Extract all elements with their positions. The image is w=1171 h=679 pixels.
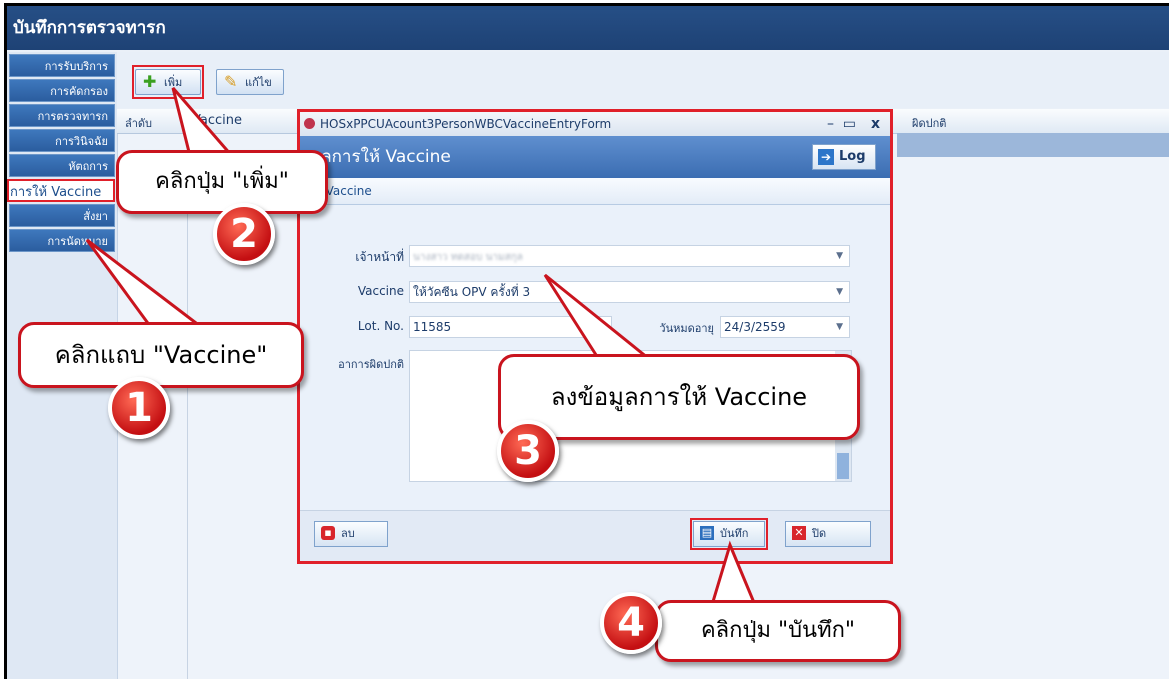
- lot-input[interactable]: 11585: [409, 316, 612, 338]
- vaccine-value: ให้วัคซีน OPV ครั้งที่ 3: [413, 285, 531, 299]
- dialog-titlebar: HOSxPPCUAcount3PersonWBCVaccineEntryForm…: [300, 112, 890, 136]
- chevron-down-icon: ▼: [836, 322, 843, 332]
- x-icon: ✕: [792, 526, 806, 540]
- log-label: Log: [839, 149, 866, 164]
- dialog-header: มูลการให้ Vaccine ➔ Log: [300, 136, 890, 178]
- lot-label: Lot. No.: [357, 319, 404, 333]
- grid-selected-row[interactable]: [897, 133, 1169, 157]
- edit-button-label: แก้ไข: [245, 76, 272, 89]
- close-icon[interactable]: x: [871, 112, 880, 136]
- pencil-icon: ✎: [224, 72, 238, 91]
- log-icon: ➔: [818, 149, 834, 165]
- sidebar-item-diagnosis[interactable]: การวินิจฉัย: [9, 129, 115, 152]
- callout-1: คลิกแถบ "Vaccine": [18, 322, 304, 388]
- chevron-down-icon: ▼: [836, 251, 843, 261]
- expire-date-input[interactable]: 24/3/2559 ▼: [720, 316, 850, 338]
- close-label: ปิด: [812, 527, 827, 540]
- log-button[interactable]: ➔ Log: [812, 144, 876, 170]
- dialog-window-title: HOSxPPCUAcount3PersonWBCVaccineEntryForm: [320, 117, 612, 131]
- expire-value: 24/3/2559: [724, 320, 786, 334]
- delete-label: ลบ: [341, 527, 355, 540]
- staff-label: เจ้าหน้าที่: [355, 250, 404, 264]
- callout-4: คลิกปุ่ม "บันทึก": [655, 600, 901, 662]
- step-badge-1: 1: [108, 377, 170, 439]
- staff-select[interactable]: นางสาว ทดสอบ นามสกุล ▼: [409, 245, 850, 267]
- window-title: บันทึกการตรวจทารก: [7, 6, 1169, 50]
- vaccine-label: Vaccine: [357, 284, 404, 298]
- step-badge-2: 2: [213, 203, 275, 265]
- sidebar-item-screening[interactable]: การคัดกรอง: [9, 79, 115, 102]
- dialog-heading: มูลการให้ Vaccine: [310, 147, 451, 167]
- sidebar-item-procedure[interactable]: หัตถการ: [9, 154, 115, 177]
- trash-icon: ▪: [321, 526, 335, 540]
- scrollbar-thumb[interactable]: [837, 453, 849, 479]
- save-button-highlight: [690, 518, 768, 550]
- column-order: ลำดับ: [125, 117, 153, 130]
- close-button[interactable]: ✕ ปิด: [785, 521, 871, 547]
- sidebar-item-service[interactable]: การรับบริการ: [9, 54, 115, 77]
- staff-value: นางสาว ทดสอบ นามสกุล: [413, 252, 523, 263]
- sidebar-item-infant-exam[interactable]: การตรวจทารก: [9, 104, 115, 127]
- maximize-icon[interactable]: ▭: [843, 112, 856, 136]
- dialog-footer: ▪ ลบ ▤ บันทึก ✕ ปิด: [300, 510, 890, 561]
- step-badge-4: 4: [600, 592, 662, 654]
- delete-button[interactable]: ▪ ลบ: [314, 521, 388, 547]
- vaccine-select[interactable]: ให้วัคซีน OPV ครั้งที่ 3 ▼: [409, 281, 850, 303]
- symptom-label: อาการผิดปกติ: [338, 358, 404, 371]
- add-button-highlight: [132, 65, 204, 99]
- edit-button[interactable]: ✎ แก้ไข: [216, 69, 284, 95]
- sidebar-item-vaccine[interactable]: การให้ Vaccine: [7, 179, 115, 202]
- toolbar: ✚ เพิ่ม ✎ แก้ไข: [117, 52, 1169, 108]
- column-abnormal: ผิดปกติ: [912, 117, 947, 130]
- column-vaccine: Vaccine: [192, 113, 242, 128]
- dialog-subtitle: ให้ Vaccine: [300, 178, 890, 205]
- app-icon: [304, 118, 315, 129]
- step-badge-3: 3: [497, 420, 559, 482]
- minimize-icon[interactable]: –: [827, 112, 834, 136]
- callout-2: คลิกปุ่ม "เพิ่ม": [116, 150, 328, 214]
- chevron-down-icon: ▼: [836, 287, 843, 297]
- sidebar-item-prescription[interactable]: สั่งยา: [9, 204, 115, 227]
- lot-value: 11585: [413, 320, 452, 334]
- callout-3: ลงข้อมูลการให้ Vaccine: [498, 354, 860, 440]
- sidebar-item-appointment[interactable]: การนัดหมาย: [9, 229, 115, 252]
- expire-label: วันหมดอายุ: [659, 322, 714, 335]
- vaccine-entry-dialog: HOSxPPCUAcount3PersonWBCVaccineEntryForm…: [297, 109, 893, 564]
